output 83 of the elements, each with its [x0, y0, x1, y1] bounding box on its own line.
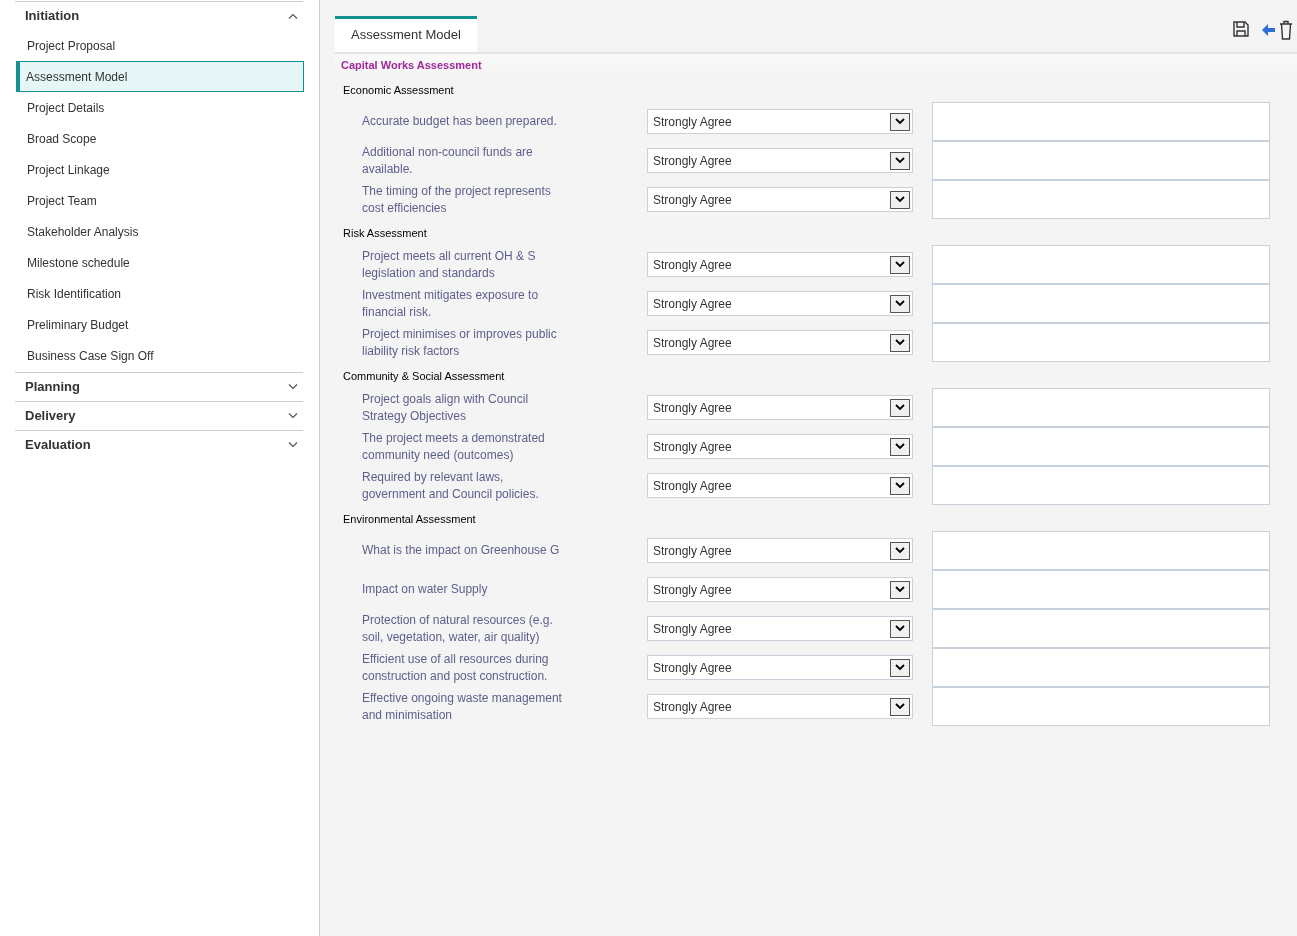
section-heading: Economic Assessment — [342, 83, 455, 98]
comment-field[interactable] — [932, 102, 1270, 141]
sidebar-item[interactable]: Preliminary Budget — [16, 309, 304, 340]
sidebar-item[interactable]: Business Case Sign Off — [16, 340, 304, 371]
section-heading: Environmental Assessment — [342, 512, 477, 527]
answer-dropdown[interactable]: Strongly Agree — [647, 148, 913, 173]
comment-field[interactable] — [932, 140, 1270, 180]
question-label: Accurate budget has been prepared. — [362, 113, 558, 130]
tab[interactable]: Assessment Model — [335, 16, 477, 52]
chevron-down-icon — [895, 443, 905, 450]
section-heading: Community & Social Assessment — [342, 369, 506, 384]
answer-dropdown[interactable]: Strongly Agree — [647, 473, 913, 498]
question-label: Investment mitigates exposure to financial risk. — [362, 286, 540, 321]
answer-dropdown[interactable]: Strongly Agree — [647, 395, 913, 420]
question-label: Impact on water Supply — [362, 581, 489, 598]
question-label: What is the impact on Greenhouse G — [362, 542, 561, 559]
chevron-down-icon — [288, 384, 298, 390]
sidebar-item[interactable]: Assessment Model — [16, 61, 304, 92]
question-label: Required by relevant laws, government and Council policies. — [362, 468, 540, 503]
question-label: The timing of the project represents cost efficiencies — [362, 182, 552, 217]
sidebar-item[interactable]: Milestone schedule — [16, 247, 304, 278]
comment-field[interactable] — [932, 465, 1270, 505]
section-heading: Risk Assessment — [342, 226, 428, 241]
chevron-down-icon — [895, 482, 905, 489]
question-label: The project meets a demonstrated community need (outcomes) — [362, 429, 546, 464]
comment-field[interactable] — [932, 245, 1270, 284]
comment-field[interactable] — [932, 283, 1270, 323]
chevron-down-icon — [895, 157, 905, 164]
comment-field[interactable] — [932, 322, 1270, 362]
sidebar-item[interactable]: Broad Scope — [16, 123, 304, 154]
answer-dropdown[interactable]: Strongly Agree — [647, 330, 913, 355]
back-arrow-icon[interactable] — [1262, 24, 1275, 36]
comment-field[interactable] — [932, 179, 1270, 219]
question-label: Project meets all current OH & S legislation and standards — [362, 247, 537, 282]
chevron-down-icon — [895, 664, 905, 671]
chevron-down-icon — [895, 339, 905, 346]
answer-dropdown[interactable]: Strongly Agree — [647, 655, 913, 680]
answer-dropdown[interactable]: Strongly Agree — [647, 577, 913, 602]
sidebar-item[interactable]: Stakeholder Analysis — [16, 216, 304, 247]
sidebar-group-header[interactable]: Evaluation — [15, 430, 303, 459]
chevron-down-icon — [895, 703, 905, 710]
sidebar-item[interactable]: Project Team — [16, 185, 304, 216]
answer-dropdown[interactable]: Strongly Agree — [647, 187, 913, 212]
chevron-down-icon — [895, 300, 905, 307]
chevron-down-icon — [288, 442, 298, 448]
comment-field[interactable] — [932, 647, 1270, 687]
question-label: Project minimises or improves public liability risk factors — [362, 325, 558, 360]
question-label: Additional non-council funds are available. — [362, 143, 534, 178]
comment-field[interactable] — [932, 531, 1270, 570]
chevron-down-icon — [288, 413, 298, 419]
answer-dropdown[interactable]: Strongly Agree — [647, 694, 913, 719]
chevron-down-icon — [895, 404, 905, 411]
question-label: Protection of natural resources (e.g. soil, vegetation, water, air quality) — [362, 611, 554, 646]
chevron-down-icon — [895, 196, 905, 203]
chevron-up-icon — [288, 13, 298, 19]
answer-dropdown[interactable]: Strongly Agree — [647, 538, 913, 563]
comment-field[interactable] — [932, 569, 1270, 609]
chevron-down-icon — [895, 625, 905, 632]
chevron-down-icon — [895, 118, 905, 125]
question-label: Project goals align with Council Strategy Objectives — [362, 390, 530, 425]
answer-dropdown[interactable]: Strongly Agree — [647, 616, 913, 641]
comment-field[interactable] — [932, 388, 1270, 427]
chevron-down-icon — [895, 547, 905, 554]
chevron-down-icon — [895, 586, 905, 593]
answer-dropdown[interactable]: Strongly Agree — [647, 252, 913, 277]
sidebar-group-header[interactable]: Initiation — [15, 1, 303, 30]
sidebar-item[interactable]: Project Linkage — [16, 154, 304, 185]
save-icon[interactable] — [1232, 20, 1250, 38]
sidebar-group-header[interactable]: Delivery — [15, 401, 303, 430]
question-label: Effective ongoing waste management and minimisation — [362, 689, 562, 724]
answer-dropdown[interactable]: Strongly Agree — [647, 291, 913, 316]
comment-field[interactable] — [932, 686, 1270, 726]
answer-dropdown[interactable]: Strongly Agree — [647, 434, 913, 459]
sidebar-item[interactable]: Risk Identification — [16, 278, 304, 309]
trash-icon[interactable] — [1279, 20, 1293, 40]
sidebar-item[interactable]: Project Details — [16, 92, 304, 123]
sidebar-item[interactable]: Project Proposal — [16, 30, 304, 61]
answer-dropdown[interactable]: Strongly Agree — [647, 109, 913, 134]
question-label: Efficient use of all resources during construction and post construction. — [362, 650, 550, 685]
chevron-down-icon — [895, 261, 905, 268]
comment-field[interactable] — [932, 426, 1270, 466]
sidebar-group-header[interactable]: Planning — [15, 372, 303, 401]
comment-field[interactable] — [932, 608, 1270, 648]
